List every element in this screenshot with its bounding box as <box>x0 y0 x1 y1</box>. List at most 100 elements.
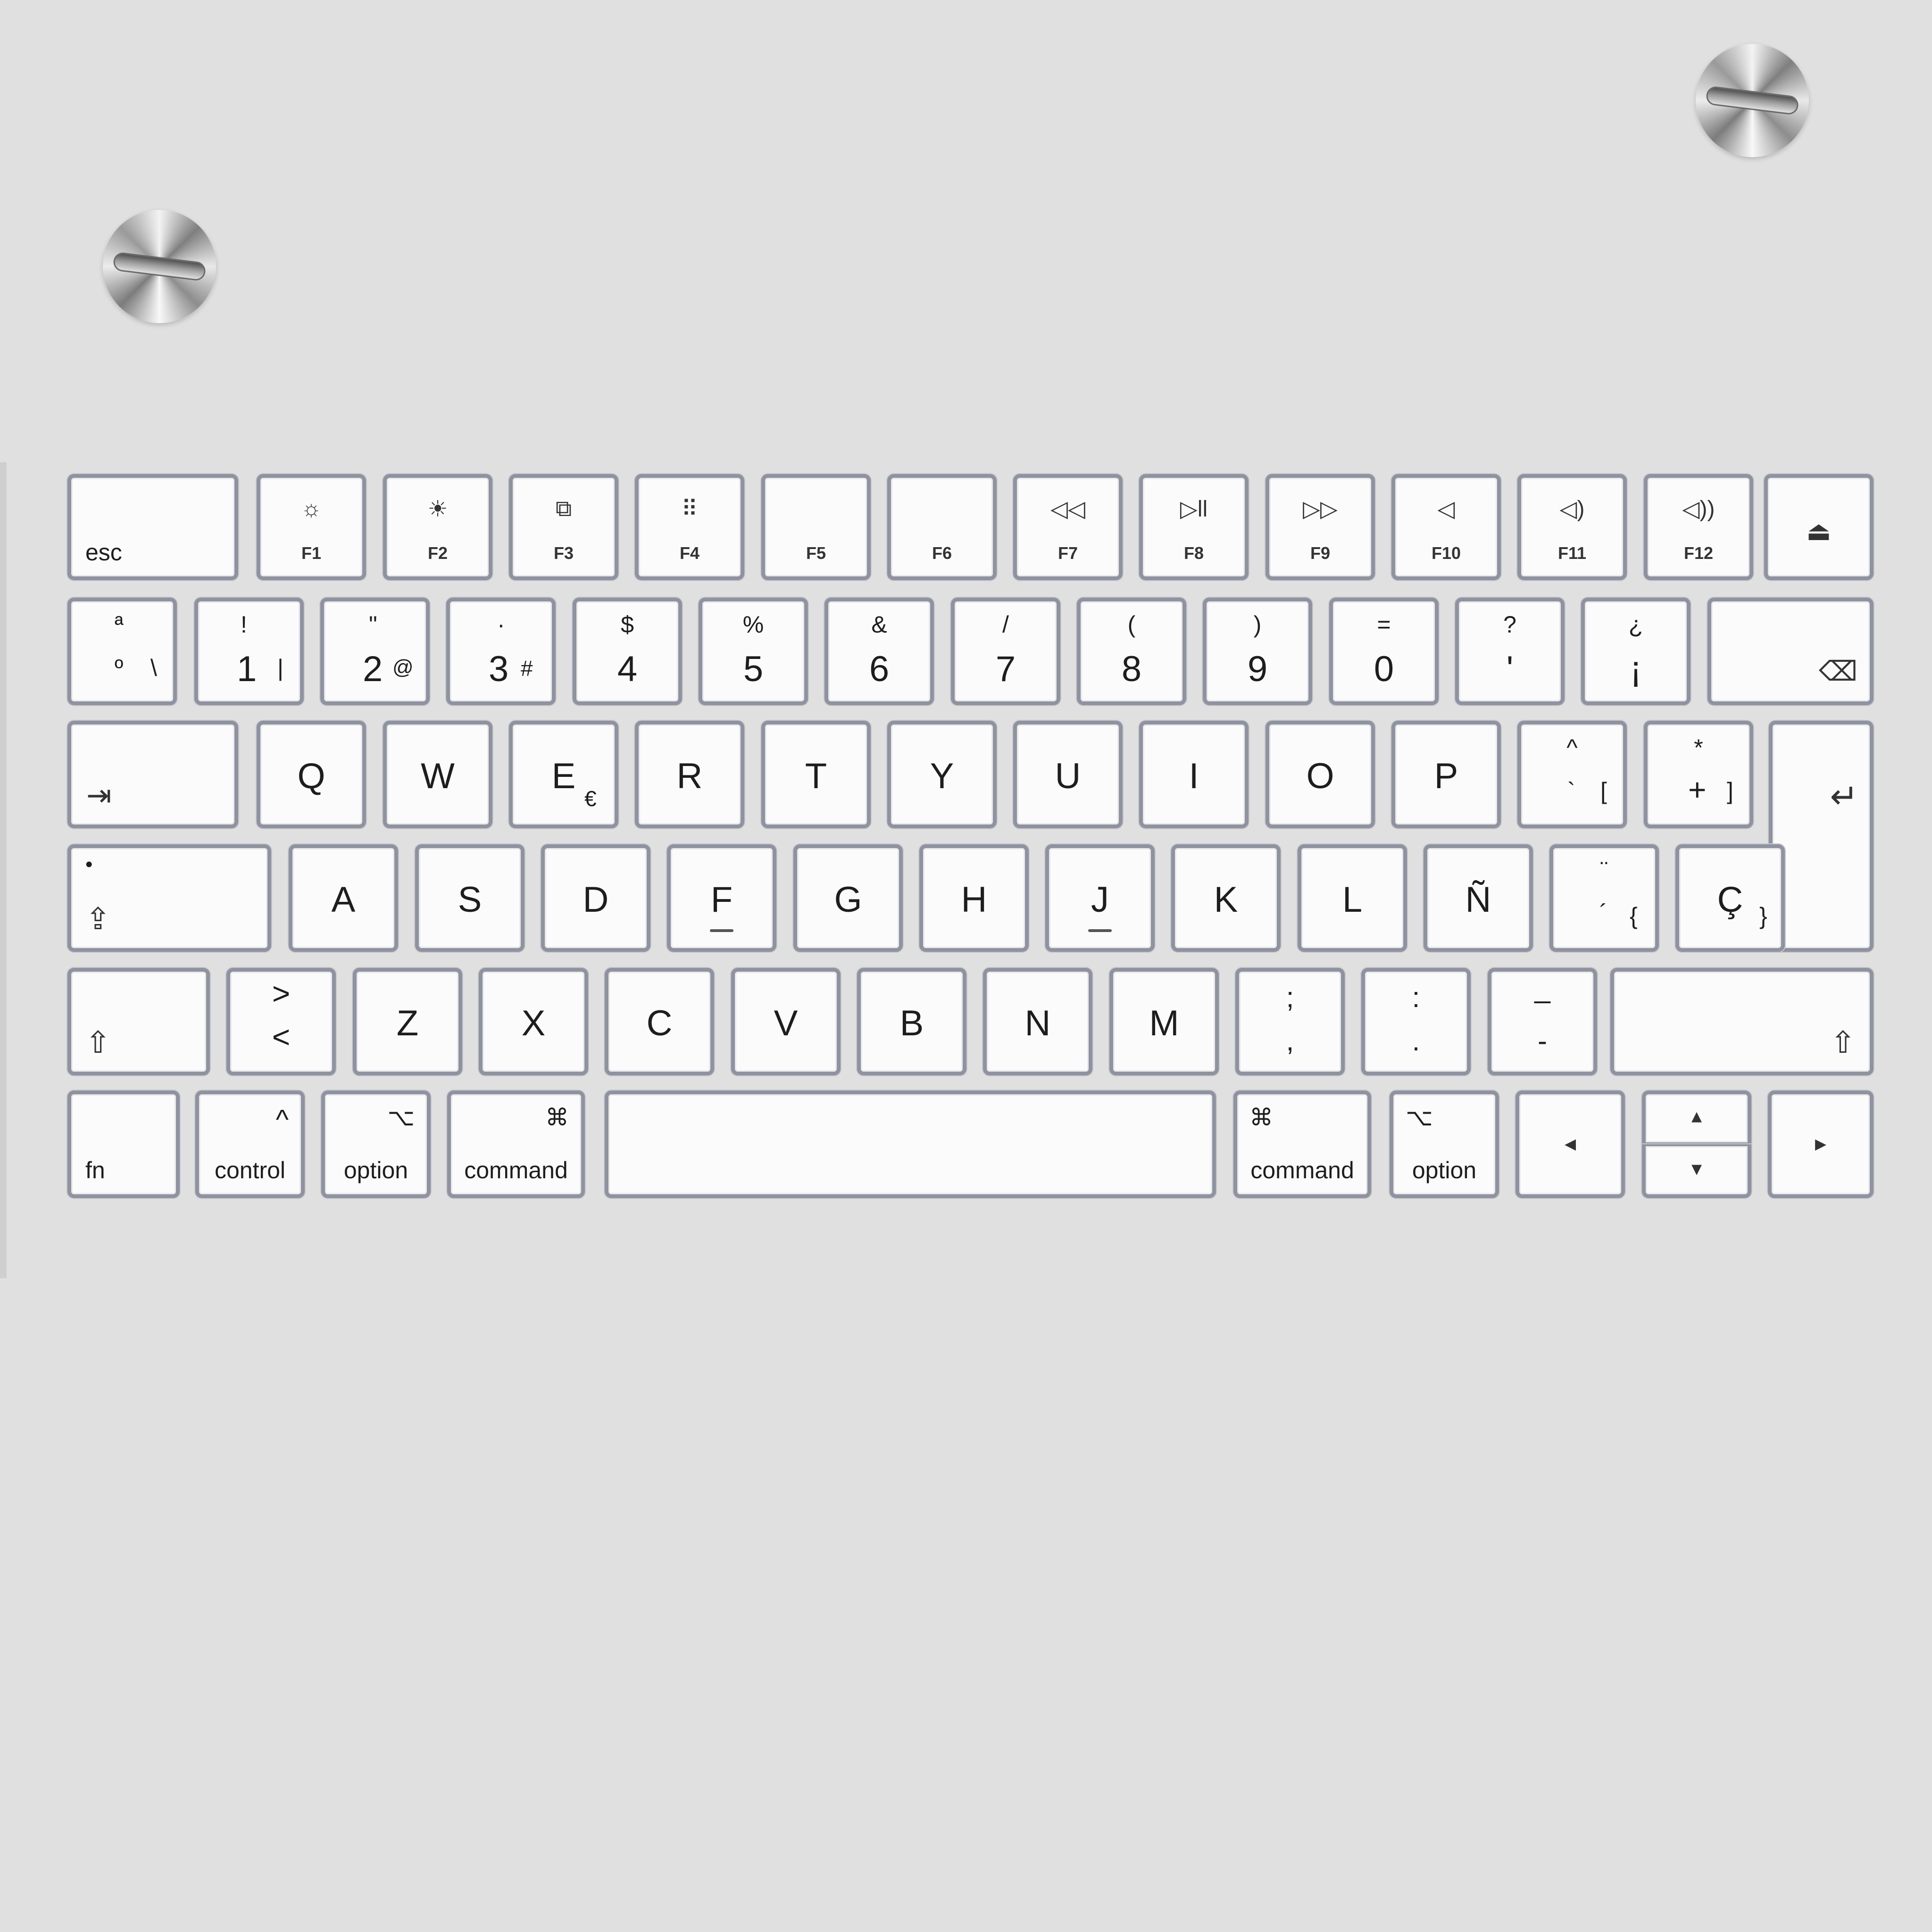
key-cedilla[interactable]: Ç } <box>1675 844 1785 952</box>
key-u[interactable]: U <box>1013 721 1123 828</box>
key-grave[interactable]: ^ ` [ <box>1517 721 1627 828</box>
f12-key[interactable]: ◁)) F12 <box>1644 474 1753 580</box>
key-n[interactable]: N <box>983 968 1092 1075</box>
eject-key[interactable]: ⏏ <box>1764 474 1874 580</box>
f7-key[interactable]: ◁◁ F7 <box>1013 474 1123 580</box>
key-7-shift-label: / <box>1002 611 1009 638</box>
key-6-label: 6 <box>869 649 890 689</box>
key-t[interactable]: T <box>761 721 871 828</box>
f6-label: F6 <box>932 543 952 563</box>
key-j[interactable]: J <box>1045 844 1155 952</box>
left-option-key[interactable]: ⌥ option <box>321 1091 431 1198</box>
screw-icon <box>1696 44 1809 157</box>
f10-key[interactable]: ◁ F10 <box>1391 474 1501 580</box>
key-l[interactable]: L <box>1298 844 1407 952</box>
key-dash[interactable]: _ - <box>1488 968 1597 1075</box>
f2-key[interactable]: ☀ F2 <box>383 474 492 580</box>
key-3-label: 3 <box>489 649 509 689</box>
key-period[interactable]: : . <box>1361 968 1471 1075</box>
screw-icon <box>103 210 216 323</box>
key-h[interactable]: H <box>919 844 1029 952</box>
key-d[interactable]: D <box>541 844 650 952</box>
key-k[interactable]: K <box>1171 844 1281 952</box>
key-u-label: U <box>1055 756 1081 796</box>
key-dash-shift-label: _ <box>1534 972 1550 1004</box>
key-1[interactable]: ! 1 | <box>194 598 304 705</box>
arrow-down-icon: ▾ <box>1691 1157 1702 1180</box>
key-f[interactable]: F <box>667 844 776 952</box>
volume-down-icon: ◁) <box>1559 497 1585 522</box>
key-5[interactable]: % 5 <box>699 598 808 705</box>
key-v[interactable]: V <box>731 968 841 1075</box>
key-7[interactable]: / 7 <box>951 598 1060 705</box>
key-3[interactable]: · 3 # <box>446 598 556 705</box>
key-s[interactable]: S <box>415 844 525 952</box>
caps-lock-key[interactable]: • ⇪ <box>67 844 271 952</box>
right-option-key[interactable]: ⌥ option <box>1390 1091 1499 1198</box>
caps-lock-icon: ⇪ <box>85 902 111 936</box>
key-9[interactable]: ) 9 <box>1203 598 1312 705</box>
f1-key[interactable]: ☼ F1 <box>257 474 366 580</box>
delete-key[interactable]: ⌫ <box>1707 598 1874 705</box>
left-command-key[interactable]: ⌘ command <box>447 1091 585 1198</box>
key-y[interactable]: Y <box>887 721 997 828</box>
f4-label: F4 <box>679 543 700 563</box>
f9-key[interactable]: ▷▷ F9 <box>1266 474 1375 580</box>
key-0[interactable]: = 0 <box>1329 598 1439 705</box>
tab-key[interactable]: ⇥ <box>67 721 238 828</box>
right-shift-key[interactable]: ⇧ <box>1610 968 1874 1075</box>
left-shift-key[interactable]: ⇧ <box>67 968 210 1075</box>
key-plus[interactable]: * + ] <box>1644 721 1753 828</box>
f5-key[interactable]: F5 <box>761 474 871 580</box>
key-4[interactable]: $ 4 <box>573 598 682 705</box>
key-e[interactable]: E € <box>509 721 618 828</box>
key-r-label: R <box>676 756 703 796</box>
space-bar[interactable] <box>605 1091 1216 1198</box>
key-c[interactable]: C <box>605 968 714 1075</box>
esc-key[interactable]: esc <box>67 474 238 580</box>
key-6[interactable]: & 6 <box>824 598 934 705</box>
key-r[interactable]: R <box>635 721 744 828</box>
key-1-label: 1 <box>237 649 257 689</box>
key-2[interactable]: " 2 @ <box>320 598 430 705</box>
arrow-down-key[interactable]: ▾ <box>1642 1144 1751 1198</box>
fn-key[interactable]: fn <box>67 1091 180 1198</box>
f4-key[interactable]: ⠿ F4 <box>635 474 744 580</box>
right-command-key[interactable]: ⌘ command <box>1233 1091 1371 1198</box>
key-enye[interactable]: Ñ <box>1424 844 1533 952</box>
arrow-right-key[interactable]: ▸ <box>1768 1091 1874 1198</box>
key-a[interactable]: A <box>289 844 398 952</box>
key-angle[interactable]: > < <box>226 968 336 1075</box>
key-w[interactable]: W <box>383 721 492 828</box>
key-1-alt-label: | <box>277 655 283 681</box>
key-p[interactable]: P <box>1391 721 1501 828</box>
key-x[interactable]: X <box>479 968 588 1075</box>
key-x-label: X <box>521 1003 546 1043</box>
key-l-label: L <box>1342 880 1363 920</box>
key-b[interactable]: B <box>857 968 966 1075</box>
key-z[interactable]: Z <box>353 968 462 1075</box>
left-control-key[interactable]: ^ control <box>195 1091 305 1198</box>
key-q[interactable]: Q <box>257 721 366 828</box>
key-comma[interactable]: ; , <box>1235 968 1345 1075</box>
key-i[interactable]: I <box>1139 721 1249 828</box>
f8-key[interactable]: ▷ll F8 <box>1139 474 1249 580</box>
key-8[interactable]: ( 8 <box>1077 598 1186 705</box>
f11-key[interactable]: ◁) F11 <box>1517 474 1627 580</box>
f6-key[interactable]: F6 <box>887 474 997 580</box>
key-g[interactable]: G <box>793 844 903 952</box>
shift-icon: ⇧ <box>85 1025 111 1059</box>
key-o[interactable]: O <box>1266 721 1375 828</box>
key-acute[interactable]: ¨ ´ { <box>1549 844 1659 952</box>
key-m[interactable]: M <box>1109 968 1219 1075</box>
arrow-up-key[interactable]: ▴ <box>1642 1091 1751 1144</box>
arrow-left-key[interactable]: ◂ <box>1516 1091 1625 1198</box>
f12-label: F12 <box>1683 543 1714 563</box>
key-b-label: B <box>899 1003 924 1043</box>
key-i-label: I <box>1189 756 1199 796</box>
key-exclamation[interactable]: ¿ ¡ <box>1581 598 1690 705</box>
command-key-label: command <box>1250 1157 1354 1183</box>
key-ordinal[interactable]: ª º \ <box>67 598 177 705</box>
key-apostrophe[interactable]: ? ' <box>1455 598 1565 705</box>
f3-key[interactable]: ⧉ F3 <box>509 474 618 580</box>
